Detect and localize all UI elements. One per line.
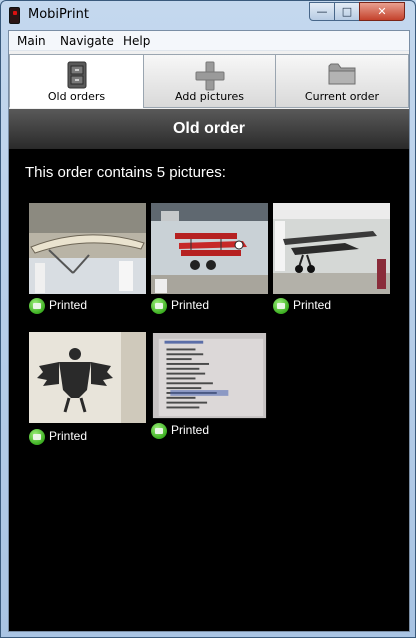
tab-old-orders[interactable]: Old orders xyxy=(9,54,144,108)
client-area: Main Navigate Help Old orders Add pictur… xyxy=(8,30,410,632)
page-title: Old order xyxy=(9,109,409,149)
dark-monoplane-photo xyxy=(273,203,390,294)
plus-icon xyxy=(195,61,224,91)
glider-photo xyxy=(29,203,146,294)
picture-item[interactable]: Printed xyxy=(151,333,268,443)
printer-icon xyxy=(29,298,45,314)
cabinet-icon xyxy=(67,61,86,89)
app-window: MobiPrint — □ ✕ Main Navigate Help Old o… xyxy=(0,0,416,638)
maximize-button[interactable]: □ xyxy=(334,2,360,21)
tab-current-order[interactable]: Current order xyxy=(275,54,409,108)
app-icon xyxy=(9,7,20,24)
tab-label: Current order xyxy=(304,90,380,103)
picture-item[interactable]: Printed xyxy=(29,332,146,446)
tab-label: Old orders xyxy=(47,90,106,103)
close-button[interactable]: ✕ xyxy=(359,2,405,21)
printer-icon xyxy=(29,429,45,445)
printer-icon xyxy=(151,423,167,439)
menu-bar: Main Navigate Help xyxy=(9,31,409,51)
picture-item[interactable]: Printed xyxy=(273,203,390,315)
tab-bar: Old orders Add pictures Current order xyxy=(9,52,409,108)
minimize-button[interactable]: — xyxy=(309,2,335,21)
tab-add-pictures[interactable]: Add pictures xyxy=(143,54,276,108)
folder-icon xyxy=(328,63,356,85)
device-manager-screen-photo xyxy=(152,333,267,419)
printer-icon xyxy=(273,298,289,314)
order-summary: This order contains 5 pictures: xyxy=(25,164,226,181)
picture-item[interactable]: Printed xyxy=(29,203,146,315)
menu-help[interactable]: Help xyxy=(123,34,150,48)
menu-main[interactable]: Main xyxy=(17,34,46,48)
window-title: MobiPrint xyxy=(28,7,89,22)
title-bar[interactable]: MobiPrint — □ ✕ xyxy=(1,1,415,30)
printer-icon xyxy=(151,298,167,314)
red-biplane-photo xyxy=(151,203,268,294)
menu-navigate[interactable]: Navigate xyxy=(60,34,114,48)
eagle-emblem-photo xyxy=(29,332,146,423)
tab-label: Add pictures xyxy=(175,90,244,103)
order-content: This order contains 5 pictures: Printed xyxy=(9,149,409,631)
picture-item[interactable]: Printed xyxy=(151,203,268,315)
